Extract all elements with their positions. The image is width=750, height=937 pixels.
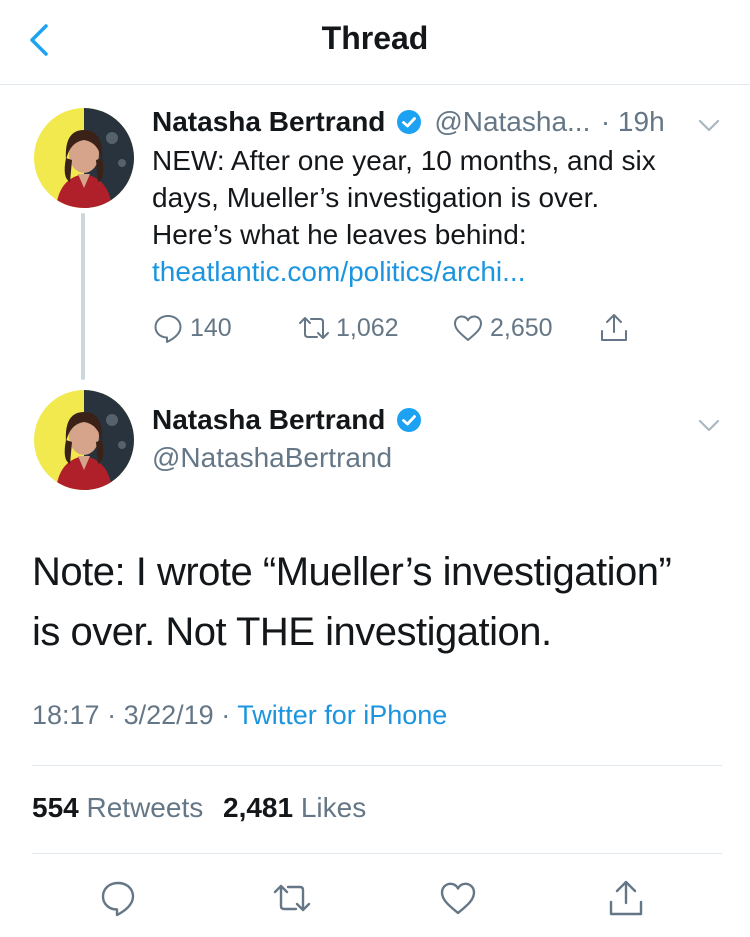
reply-button[interactable] [98, 878, 138, 918]
retweet-count: 1,062 [336, 313, 399, 342]
author-handle[interactable]: @Natasha... [434, 106, 590, 137]
tweet-text-line: is over. Not THE investigation. [32, 610, 552, 654]
verified-badge-icon [396, 110, 421, 134]
author-name[interactable]: Natasha Bertrand [152, 404, 385, 435]
author-handle[interactable]: @NatashaBertrand [152, 442, 392, 474]
tweet-link[interactable]: theatlantic.com/politics/archi... [152, 253, 722, 290]
tweet-text-line: Note: I wrote “Mueller’s investigation” [32, 550, 672, 594]
tweet-text-line: Here’s what he leaves behind: [152, 219, 527, 250]
retweets-stat[interactable]: 554 Retweets [32, 792, 203, 823]
share-icon [609, 880, 643, 916]
like-button[interactable]: 2,650 [452, 312, 553, 344]
tweet-menu-button[interactable] [696, 112, 722, 143]
share-button[interactable] [606, 878, 646, 918]
avatar[interactable] [34, 390, 134, 490]
author-name[interactable]: Natasha Bertrand [152, 106, 385, 137]
tweet2-text: Note: I wrote “Mueller’s investigation” … [32, 542, 732, 662]
tweet-time: 18:17 [32, 700, 100, 730]
retweets-label: Retweets [86, 792, 204, 823]
tweet-timestamp-row: 18:17 · 3/22/19 · Twitter for iPhone [32, 700, 447, 731]
tweet1-text: NEW: After one year, 10 months, and six … [152, 142, 722, 290]
retweet-icon [273, 884, 311, 912]
engagement-stats: 554 Retweets 2,481 Likes [32, 792, 366, 824]
separator: · [221, 700, 231, 730]
reply-button[interactable]: 140 [152, 312, 232, 344]
avatar-image [34, 390, 134, 490]
likes-stat[interactable]: 2,481 Likes [223, 792, 366, 823]
tweet-menu-button[interactable] [696, 412, 722, 443]
tweet2-header: Natasha Bertrand [152, 404, 422, 436]
retweets-count: 554 [32, 792, 79, 823]
chevron-down-icon [698, 119, 720, 132]
tweet-text-line: days, Mueller’s investigation is over. [152, 182, 600, 213]
stats-divider-top [32, 765, 722, 766]
retweet-button[interactable] [272, 878, 312, 918]
avatar-image [34, 108, 134, 208]
likes-count: 2,481 [223, 792, 294, 823]
thread-connector [81, 213, 85, 380]
tweet-time[interactable]: · 19h [601, 106, 665, 137]
share-button[interactable] [598, 312, 636, 344]
heart-icon [440, 882, 476, 915]
tweet-source-link[interactable]: Twitter for iPhone [237, 700, 447, 730]
likes-label: Likes [300, 792, 367, 823]
retweet-button[interactable]: 1,062 [298, 312, 399, 344]
reply-count: 140 [190, 313, 232, 342]
share-icon [601, 314, 627, 341]
header-divider [0, 84, 750, 85]
page-title: Thread [321, 20, 429, 56]
separator: · [107, 700, 117, 730]
heart-icon [454, 315, 482, 341]
reply-icon [154, 315, 182, 343]
reply-icon [101, 881, 135, 917]
tweet-date: 3/22/19 [123, 700, 214, 730]
avatar[interactable] [34, 108, 134, 208]
tweet-text-line: NEW: After one year, 10 months, and six [152, 145, 656, 176]
verified-badge-icon [396, 408, 421, 432]
stats-divider-bottom [32, 853, 722, 854]
like-count: 2,650 [490, 313, 553, 342]
retweet-icon [299, 317, 329, 339]
tweet1-header: Natasha Bertrand @Natasha... · 19h [152, 106, 665, 138]
chevron-down-icon [698, 419, 720, 432]
like-button[interactable] [438, 878, 478, 918]
